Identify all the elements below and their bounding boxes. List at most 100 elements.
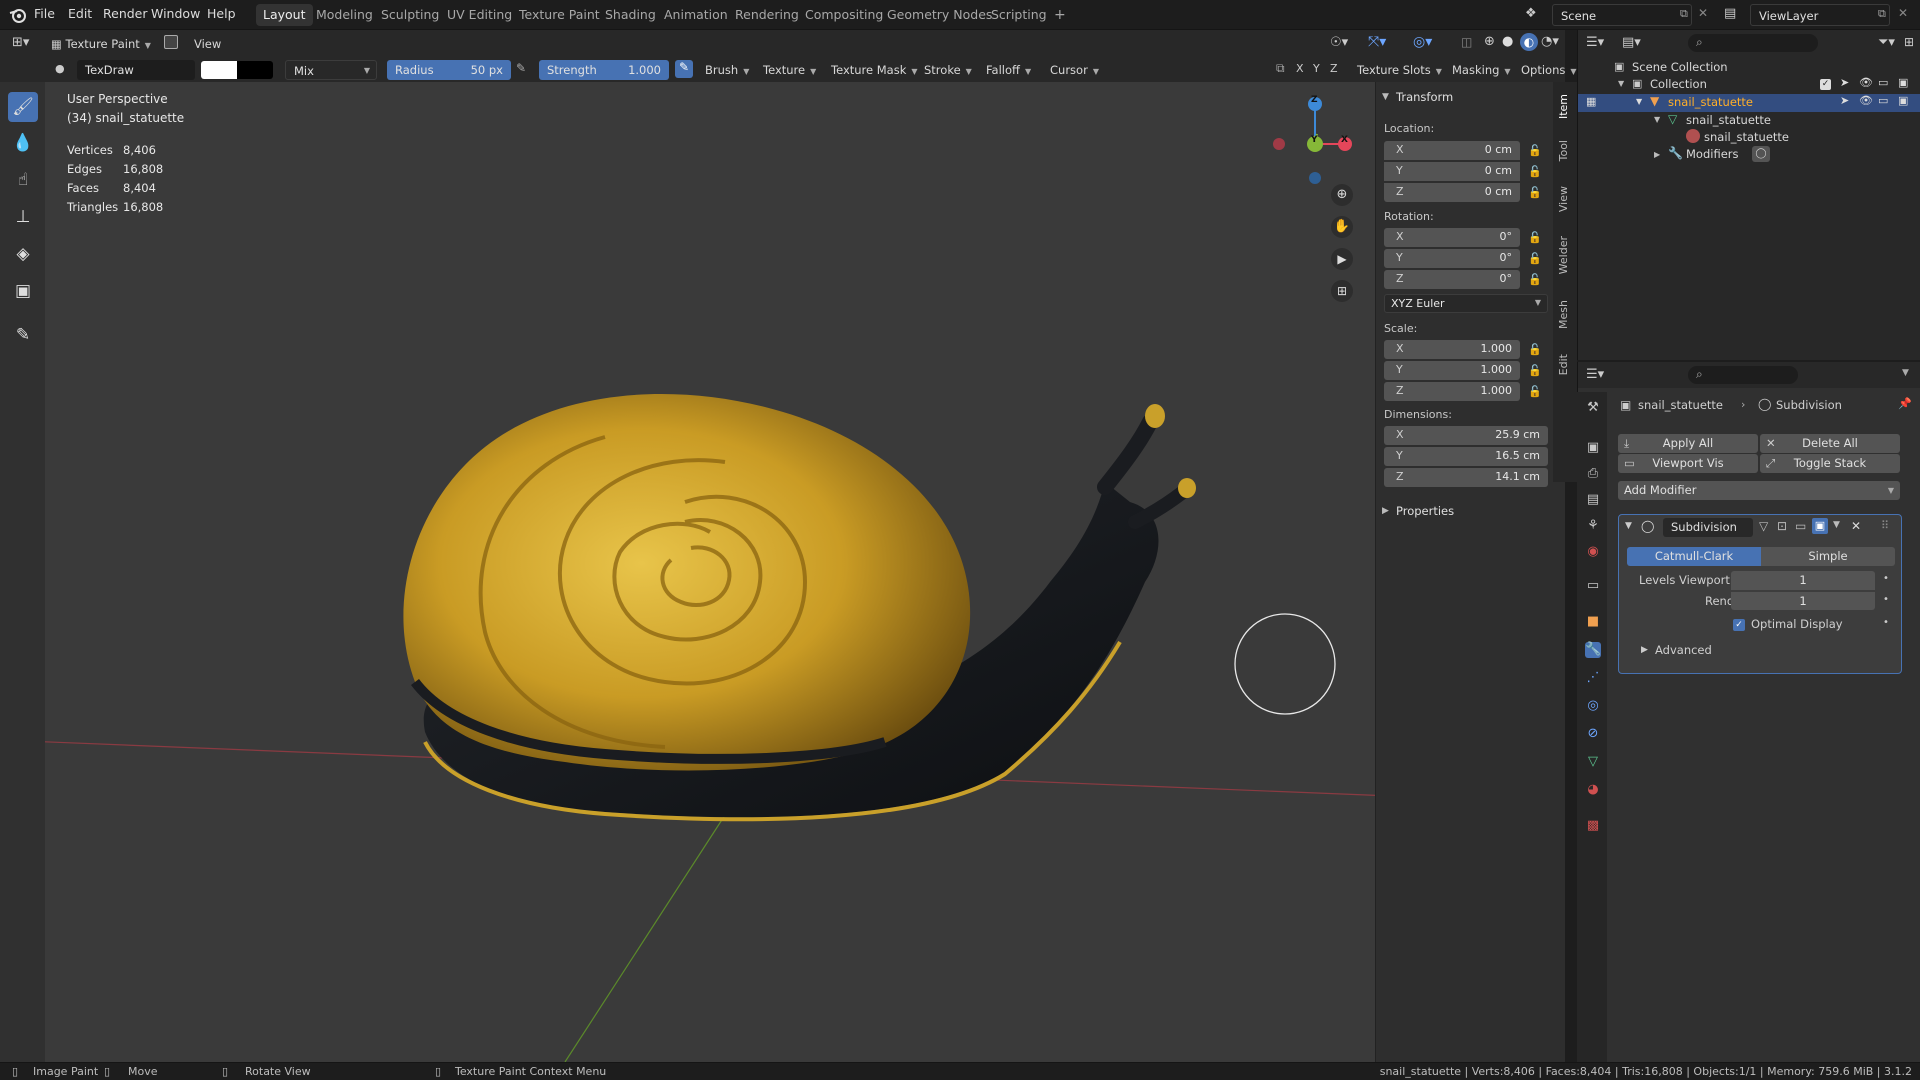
view-menu[interactable]: View (188, 34, 227, 54)
modifiers-label[interactable]: Modifiers (1686, 147, 1739, 161)
constraints-tab-icon[interactable]: ⊘ (1585, 726, 1601, 742)
simple-button[interactable]: Simple (1761, 547, 1895, 566)
selectable-arrow-icon[interactable]: ➤ (1840, 94, 1849, 107)
filter-icon[interactable]: ⏷▾ (1878, 35, 1895, 50)
soften-brush-tool[interactable]: 💧 (8, 128, 38, 158)
keyframe-dot-icon[interactable]: • (1883, 617, 1889, 628)
xray-toggle-icon[interactable]: ◫ (1461, 35, 1472, 49)
zoom-icon[interactable]: ⊕ (1331, 184, 1353, 206)
render-levels-field[interactable]: 1 (1731, 591, 1875, 610)
camera-view-icon[interactable]: ▶ (1331, 248, 1353, 270)
lock-icon[interactable]: 🔓 (1528, 252, 1542, 265)
fill-brush-tool[interactable]: ◈ (8, 239, 38, 269)
pan-hand-icon[interactable]: ✋ (1331, 216, 1353, 238)
particles-tab-icon[interactable]: ⋰ (1585, 670, 1601, 686)
gizmo-neg-x-axis[interactable] (1273, 138, 1285, 150)
catmull-clark-button[interactable]: Catmull-Clark (1627, 547, 1761, 566)
scene-tab-icon[interactable]: ⚘ (1585, 518, 1601, 534)
falloff-menu[interactable]: Falloff ▼ (980, 60, 1037, 80)
menu-file[interactable]: File (34, 6, 55, 21)
object-tab-icon[interactable]: ■ (1585, 614, 1601, 630)
mask-brush-tool[interactable]: ▣ (8, 276, 38, 306)
rotation-z-field[interactable]: Z 0° (1384, 270, 1520, 289)
radius-slider[interactable]: Radius 50 px (387, 60, 511, 80)
delete-viewlayer-icon[interactable]: ✕ (1898, 6, 1908, 20)
transform-title[interactable]: Transform (1396, 90, 1453, 104)
output-tab-icon[interactable]: ⎙ (1585, 466, 1601, 482)
properties-panel-title[interactable]: Properties (1396, 504, 1454, 518)
symmetry-icon[interactable]: ⧉ (1276, 61, 1285, 76)
render-toggle-icon[interactable]: ▣ (1812, 518, 1828, 534)
properties-editor-type-icon[interactable]: ☰▾ (1586, 367, 1604, 382)
delete-all-button[interactable]: ✕ Delete All (1760, 434, 1900, 453)
sidebar-tab-welder[interactable]: Welder (1557, 236, 1570, 274)
lock-icon[interactable]: 🔓 (1528, 144, 1542, 157)
menu-help[interactable]: Help (207, 6, 236, 21)
tab-geometry-nodes[interactable]: Geometry Nodes (880, 4, 999, 26)
menu-render[interactable]: Render (103, 6, 148, 21)
rendered-shading-icon[interactable]: ◔▾ (1541, 34, 1559, 49)
render-camera-icon[interactable]: ▣ (1898, 94, 1908, 107)
mesh-data-tab-icon[interactable]: ▽ (1585, 754, 1601, 770)
viewport-vis-button[interactable]: ▭ Viewport Vis (1618, 454, 1758, 473)
tab-texture-paint[interactable]: Texture Paint (512, 4, 607, 26)
menu-edit[interactable]: Edit (68, 6, 92, 21)
paint-mask-toggle-icon[interactable] (164, 35, 178, 49)
modifier-tab-icon[interactable]: 🔧 (1585, 642, 1601, 658)
modifier-name-field[interactable]: Subdivision (1663, 518, 1753, 537)
world-tab-icon[interactable]: ◉ (1585, 544, 1601, 560)
radius-pressure-icon[interactable]: ✎ (516, 61, 526, 75)
tab-scripting[interactable]: Scripting (984, 4, 1054, 26)
visibility-eye-icon[interactable]: 👁 (1859, 94, 1873, 107)
show-overlays-icon[interactable]: ◎▾ (1413, 34, 1432, 50)
secondary-color-swatch[interactable] (237, 61, 273, 79)
tab-animation[interactable]: Animation (657, 4, 735, 26)
outliner-editor-type-icon[interactable]: ☰▾ (1586, 35, 1604, 50)
viewlayer-selector[interactable]: ViewLayer (1750, 4, 1890, 26)
on-cage-toggle-icon[interactable]: ⊡ (1777, 519, 1787, 533)
viewport-gizmo-options-icon[interactable]: ☉▾ (1330, 35, 1348, 50)
location-z-field[interactable]: Z 0 cm (1384, 183, 1520, 202)
viewport-disable-icon[interactable]: ▭ (1878, 94, 1888, 107)
dimensions-z-field[interactable]: Z 14.1 cm (1384, 468, 1548, 487)
collection-checkbox[interactable]: ✓ (1820, 79, 1831, 90)
render-tab-icon[interactable]: ▣ (1585, 440, 1601, 456)
brush-name-field[interactable]: TexDraw (77, 60, 195, 80)
tool-tab-icon[interactable]: ⚒ (1585, 400, 1601, 416)
pin-icon[interactable]: 📌 (1898, 397, 1912, 410)
scene-collection-label[interactable]: Scene Collection (1632, 60, 1728, 74)
strength-pressure-icon[interactable]: ✎ (675, 60, 693, 78)
add-modifier-menu[interactable]: Add Modifier ▼ (1618, 481, 1900, 500)
symmetry-x-toggle[interactable]: X (1296, 62, 1304, 75)
mesh-data-label[interactable]: snail_statuette (1686, 113, 1771, 127)
selectable-arrow-icon[interactable]: ➤ (1840, 76, 1849, 89)
primary-color-swatch[interactable] (201, 61, 237, 79)
sidebar-tab-edit[interactable]: Edit (1557, 354, 1570, 375)
remove-modifier-icon[interactable]: ✕ (1851, 519, 1861, 533)
blend-mode-select[interactable]: Mix ▼ (285, 60, 377, 80)
cursor-menu[interactable]: Cursor ▼ (1044, 60, 1105, 80)
lock-icon[interactable]: 🔓 (1528, 231, 1542, 244)
mode-selector[interactable]: ▦ Texture Paint ▼ (45, 34, 157, 54)
strength-slider[interactable]: Strength 1.000 (539, 60, 669, 80)
tab-uv-editing[interactable]: UV Editing (440, 4, 519, 26)
texture-mask-menu[interactable]: Texture Mask ▼ (825, 60, 924, 80)
symmetry-z-toggle[interactable]: Z (1330, 62, 1338, 75)
outliner-search-input[interactable]: ⌕ (1688, 34, 1818, 52)
brush-icon[interactable]: ● (55, 62, 65, 75)
editor-type-icon[interactable]: ⊞▾ (12, 35, 29, 50)
menu-window[interactable]: Window (151, 6, 200, 21)
drag-handle-icon[interactable]: ⠿ (1881, 519, 1889, 532)
masking-menu[interactable]: Masking ▼ (1446, 60, 1517, 80)
options-menu[interactable]: Options ▼ (1515, 60, 1583, 80)
scale-x-field[interactable]: X 1.000 (1384, 340, 1520, 359)
lock-icon[interactable]: 🔓 (1528, 186, 1542, 199)
optimal-display-label[interactable]: Optimal Display (1751, 617, 1843, 631)
dimensions-x-field[interactable]: X 25.9 cm (1384, 426, 1548, 445)
annotate-tool[interactable]: ✎ (8, 320, 38, 350)
viewport-display-toggle-icon[interactable]: ▭ (1795, 519, 1806, 533)
blender-logo-icon[interactable] (8, 5, 28, 25)
brush-menu[interactable]: Brush ▼ (699, 60, 755, 80)
modifiers-expand-icon[interactable]: ▶ (1654, 150, 1660, 159)
display-mode-icon[interactable]: ▤▾ (1622, 35, 1641, 50)
